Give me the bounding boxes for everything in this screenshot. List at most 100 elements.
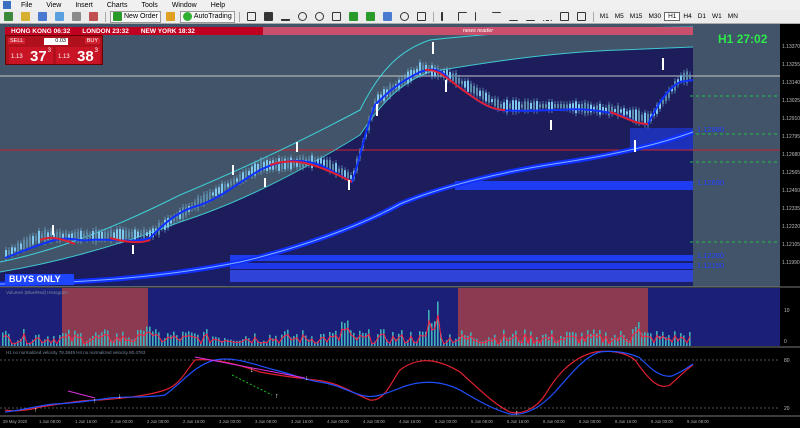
tf-h4[interactable]: H4 xyxy=(680,13,694,20)
candle xyxy=(44,229,46,243)
sell-price-button[interactable]: 1.13 37 3 xyxy=(9,47,53,65)
candle xyxy=(599,103,601,115)
vertical-line-tool[interactable] xyxy=(472,11,487,23)
zoom-out-button[interactable] xyxy=(312,11,327,23)
editor-button[interactable] xyxy=(163,11,178,23)
volume-bar xyxy=(644,332,646,346)
volume-bar xyxy=(455,338,457,346)
sell-button[interactable]: SELL xyxy=(8,38,26,44)
tf-m5[interactable]: M5 xyxy=(612,13,627,20)
menu-view[interactable]: View xyxy=(39,2,68,9)
volume-bar xyxy=(623,335,625,346)
volume-bar xyxy=(545,334,547,346)
cursor-tool[interactable] xyxy=(438,11,453,23)
menu-tools[interactable]: Tools xyxy=(134,2,164,9)
time-tick-label: 3 Jun 16:00 xyxy=(291,419,314,424)
price-tick-label: 1.12910 xyxy=(782,116,800,122)
price-tick-label: 1.12565 xyxy=(782,170,800,176)
volume-bar xyxy=(143,330,145,346)
period-button[interactable] xyxy=(397,11,412,23)
candle xyxy=(581,103,583,112)
lot-size-field[interactable]: 0.03 xyxy=(44,38,68,45)
menu-window[interactable]: Window xyxy=(165,2,204,9)
menu-help[interactable]: Help xyxy=(204,2,232,9)
price-tick-label: 1.13140 xyxy=(782,80,800,86)
menu-file[interactable]: File xyxy=(14,2,39,9)
buy-price-button[interactable]: 1.13 38 3 xyxy=(56,47,100,65)
candle xyxy=(503,102,505,110)
signal-marker xyxy=(432,42,434,54)
menu-charts[interactable]: Charts xyxy=(100,2,135,9)
terminal-button[interactable] xyxy=(69,11,84,23)
candle xyxy=(680,75,682,81)
volume-bar xyxy=(89,338,91,346)
tile-windows-button[interactable] xyxy=(329,11,344,23)
chart-shift-button[interactable] xyxy=(363,11,378,23)
new-chart-button[interactable] xyxy=(1,11,16,23)
signal-marker xyxy=(264,178,266,187)
zoom-in-button[interactable] xyxy=(295,11,310,23)
volume-bar xyxy=(293,335,295,346)
horizontal-line-tool[interactable] xyxy=(489,11,504,23)
autotrading-button[interactable]: AutoTrading xyxy=(179,10,235,23)
bar-chart-button[interactable] xyxy=(244,11,259,23)
clock-hong-kong: HONG KONG 06:32 xyxy=(11,27,71,35)
volume-bar xyxy=(182,331,184,346)
volume-bar xyxy=(383,329,385,346)
price-chart[interactable]: 1.133701.132551.131401.130251.129101.127… xyxy=(0,24,800,426)
candle-chart-button[interactable] xyxy=(261,11,276,23)
channel-tool[interactable] xyxy=(523,11,538,23)
tf-mn[interactable]: MN xyxy=(725,13,741,20)
candle xyxy=(482,90,484,100)
window-icon xyxy=(38,12,47,21)
volume-bar xyxy=(281,334,283,346)
tf-h1[interactable]: H1 xyxy=(664,12,681,21)
menu-insert[interactable]: Insert xyxy=(68,2,100,9)
autoscroll-button[interactable] xyxy=(346,11,361,23)
zone-price-label: 1.12150 xyxy=(697,261,724,270)
text-tool[interactable] xyxy=(557,11,572,23)
time-tick-label: 9 Jun 08:00 xyxy=(687,419,710,424)
candle-timer: H1 27:02 xyxy=(718,32,767,46)
trendline-tool[interactable] xyxy=(506,11,521,23)
autoscroll-icon xyxy=(348,12,358,21)
clock-london: LONDON 23:32 xyxy=(82,27,129,35)
tf-m15[interactable]: M15 xyxy=(627,13,646,20)
arrows-tool[interactable] xyxy=(574,11,589,23)
candle xyxy=(11,247,13,255)
news-reader-bar[interactable]: news reader xyxy=(263,27,693,35)
volume-bar xyxy=(191,332,193,346)
candle xyxy=(500,104,502,108)
volume-bar xyxy=(368,329,370,346)
arrow-down-icon: ↓ xyxy=(250,367,254,374)
volume-bar xyxy=(173,331,175,346)
tf-d1[interactable]: D1 xyxy=(695,13,709,20)
crosshair-tool[interactable] xyxy=(455,11,470,23)
volume-bar xyxy=(542,334,544,346)
profiles-button[interactable] xyxy=(18,11,33,23)
tf-w1[interactable]: W1 xyxy=(709,13,725,20)
templates-button[interactable] xyxy=(414,11,429,23)
volume-bar xyxy=(593,329,595,346)
sell-price-fraction: 3 xyxy=(47,48,51,54)
time-tick-label: 9 Jun 00:00 xyxy=(651,419,674,424)
indicators-button[interactable] xyxy=(380,11,395,23)
chart-window[interactable]: 1.13370 1.13255 1.13140 1.13025 1.12910 1.127… xyxy=(0,24,800,426)
buy-button[interactable]: BUY xyxy=(84,38,100,44)
fibonacci-tool[interactable] xyxy=(540,11,555,23)
line-chart-button[interactable] xyxy=(278,11,293,23)
volume-bar xyxy=(401,330,403,346)
volume-bar xyxy=(437,301,439,346)
tf-m1[interactable]: M1 xyxy=(597,13,612,20)
candle xyxy=(533,101,535,111)
candle xyxy=(218,187,220,194)
tf-m30[interactable]: M30 xyxy=(645,13,664,20)
new-order-button[interactable]: New Order xyxy=(110,10,161,23)
candle xyxy=(212,192,214,196)
volume-bar xyxy=(461,330,463,346)
navigator-button[interactable] xyxy=(52,11,67,23)
tester-button[interactable] xyxy=(86,11,101,23)
candle xyxy=(527,101,529,111)
market-watch-button[interactable] xyxy=(35,11,50,23)
volume-bar xyxy=(194,333,196,346)
